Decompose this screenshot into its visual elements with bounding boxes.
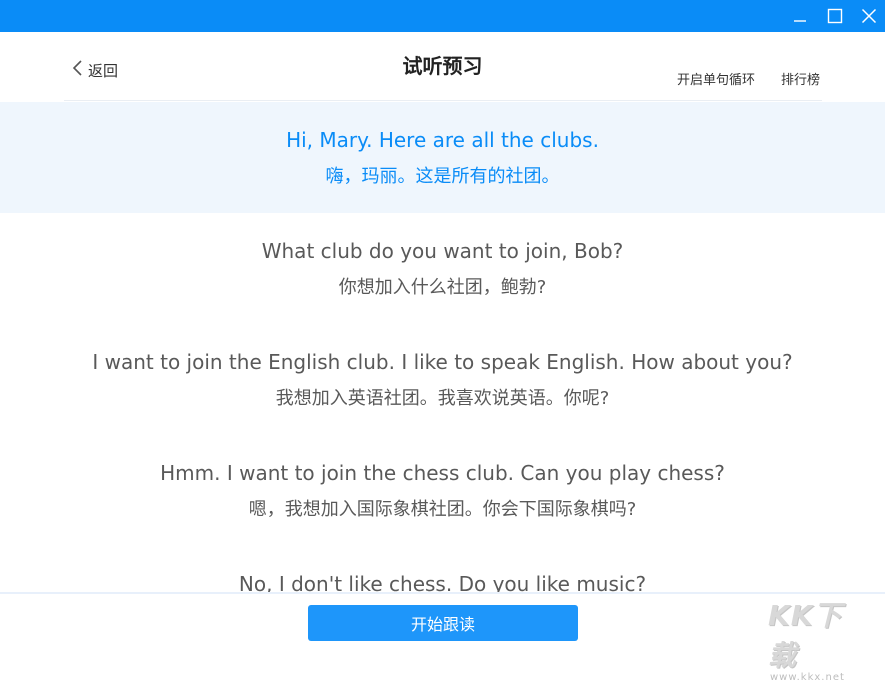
single-sentence-loop-toggle[interactable]: 开启单句循环 (677, 69, 755, 88)
watermark-url: www.kkx.net (770, 672, 845, 683)
sentence-item[interactable]: No, I don't like chess. Do you like musi… (0, 546, 885, 592)
sentence-chinese: 嗨，玛丽。这是所有的社团。 (325, 166, 560, 187)
sentence-english: Hi, Mary. Here are all the clubs. (286, 128, 599, 152)
close-button[interactable] (853, 0, 885, 32)
watermark-logo: KK下载 www.kkx.net (768, 594, 868, 683)
sentence-item[interactable]: I want to join the English club. I like … (0, 324, 885, 435)
sentence-chinese: 你想加入什么社团，鲍勃? (338, 277, 547, 298)
sentence-english: No, I don't like chess. Do you like musi… (238, 572, 647, 592)
maximize-icon (827, 8, 843, 24)
minimize-icon (792, 8, 808, 24)
start-follow-reading-button[interactable]: 开始跟读 (308, 605, 578, 641)
minimize-button[interactable] (784, 0, 816, 32)
title-bar (0, 0, 885, 32)
sentence-list[interactable]: Hi, Mary. Here are all the clubs. 嗨，玛丽。这… (0, 102, 885, 592)
sentence-english: What club do you want to join, Bob? (261, 239, 624, 263)
sentence-item[interactable]: What club do you want to join, Bob? 你想加入… (0, 213, 885, 324)
sentence-item-active[interactable]: Hi, Mary. Here are all the clubs. 嗨，玛丽。这… (0, 102, 885, 213)
sentence-chinese: 我想加入英语社团。我喜欢说英语。你呢? (275, 388, 610, 409)
watermark-logo-text: KK下载 (768, 599, 843, 672)
sentence-english: Hmm. I want to join the chess club. Can … (160, 461, 725, 485)
close-icon (861, 8, 877, 24)
sentence-chinese: 嗯，我想加入国际象棋社团。你会下国际象棋吗? (248, 499, 637, 520)
ranking-link[interactable]: 排行榜 (781, 69, 820, 88)
maximize-button[interactable] (819, 0, 851, 32)
sentence-item[interactable]: Hmm. I want to join the chess club. Can … (0, 435, 885, 546)
header-divider (64, 100, 822, 101)
sentence-english: I want to join the English club. I like … (92, 350, 793, 374)
